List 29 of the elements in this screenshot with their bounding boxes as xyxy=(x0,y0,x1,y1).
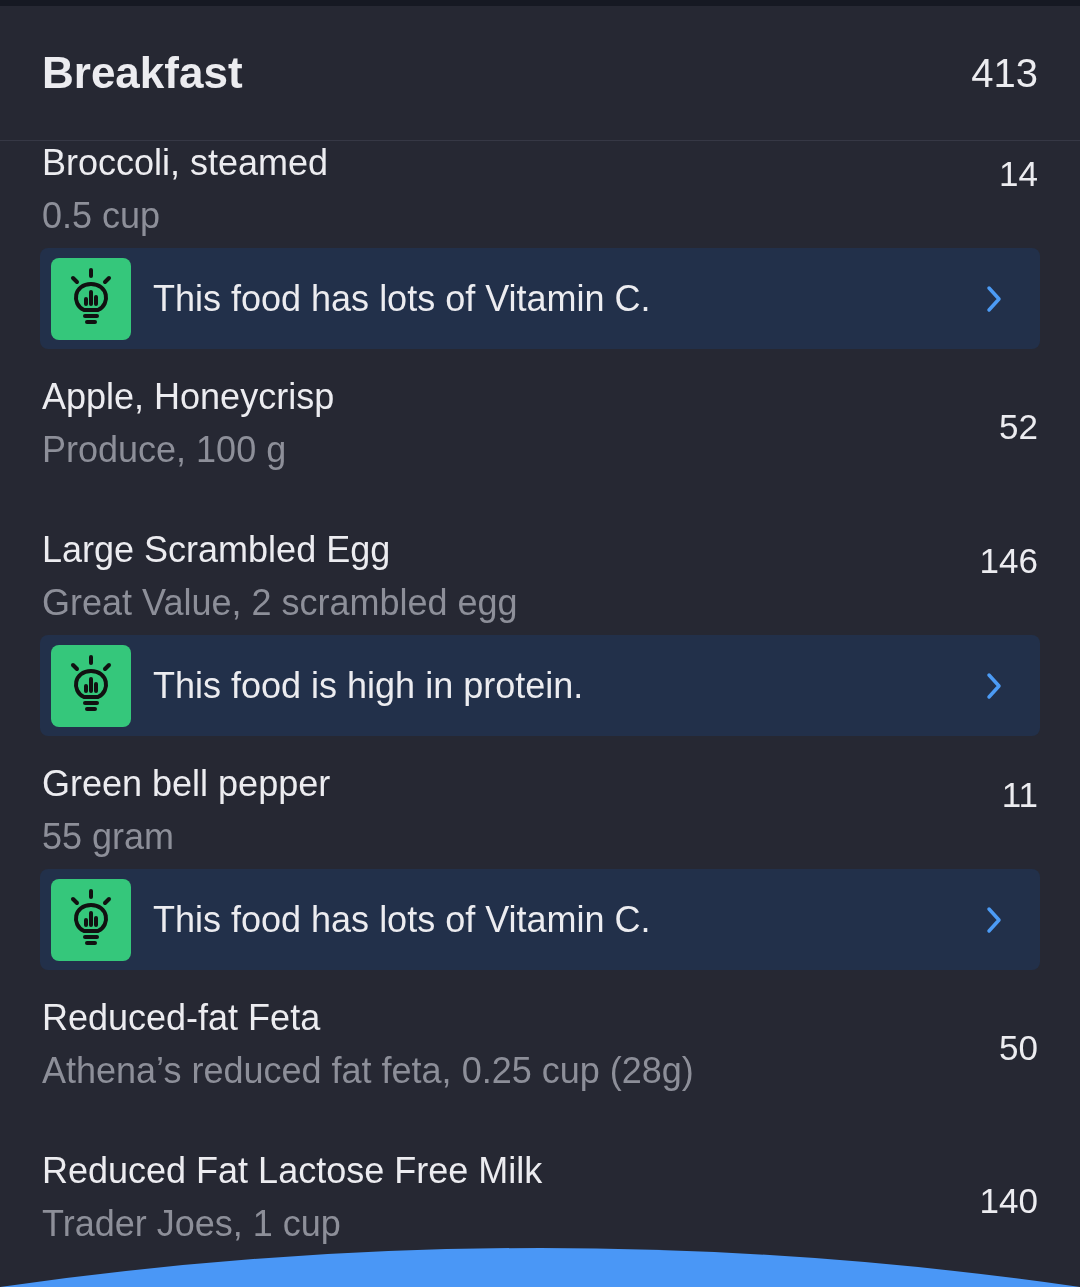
food-name: Broccoli, steamed xyxy=(42,141,329,185)
calorie-count: 50 xyxy=(999,1027,1039,1069)
food-name: Large Scrambled Egg xyxy=(42,528,392,572)
food-serving: 55 gram xyxy=(42,815,176,859)
food-name: Reduced Fat Lactose Free Milk xyxy=(42,1149,543,1193)
food-serving: Trader Joes, 1 cup xyxy=(42,1202,342,1246)
calorie-count: 146 xyxy=(979,540,1039,582)
food-serving: Produce, 100 g xyxy=(42,428,288,472)
tip-banner[interactable]: This food has lots of Vitamin C. xyxy=(40,869,1040,970)
calorie-count: 52 xyxy=(999,406,1039,448)
lightbulb-icon xyxy=(51,878,131,961)
food-name: Reduced-fat Feta xyxy=(42,996,322,1040)
tip-banner[interactable]: This food is high in protein. xyxy=(40,635,1040,736)
chevron-right-icon xyxy=(986,905,1002,934)
calorie-count: 140 xyxy=(979,1180,1039,1222)
food-name: Green bell pepper xyxy=(42,762,331,806)
calorie-count: 14 xyxy=(999,153,1039,195)
tip-banner[interactable]: This food has lots of Vitamin C. xyxy=(40,248,1040,349)
meal-calorie-total: 413 xyxy=(971,50,1038,97)
food-serving: Great Value, 2 scrambled egg xyxy=(42,581,518,625)
food-serving: Athena’s reduced fat feta, 0.25 cup (28g) xyxy=(42,1049,694,1093)
lightbulb-icon xyxy=(51,644,131,727)
chevron-right-icon xyxy=(986,671,1002,700)
chevron-right-icon xyxy=(986,284,1002,313)
calorie-count: 11 xyxy=(1001,774,1039,816)
food-serving: 0.5 cup xyxy=(42,194,162,238)
food-name: Apple, Honeycrisp xyxy=(42,375,335,419)
lightbulb-icon xyxy=(51,257,131,340)
meal-title: Breakfast xyxy=(42,48,243,98)
